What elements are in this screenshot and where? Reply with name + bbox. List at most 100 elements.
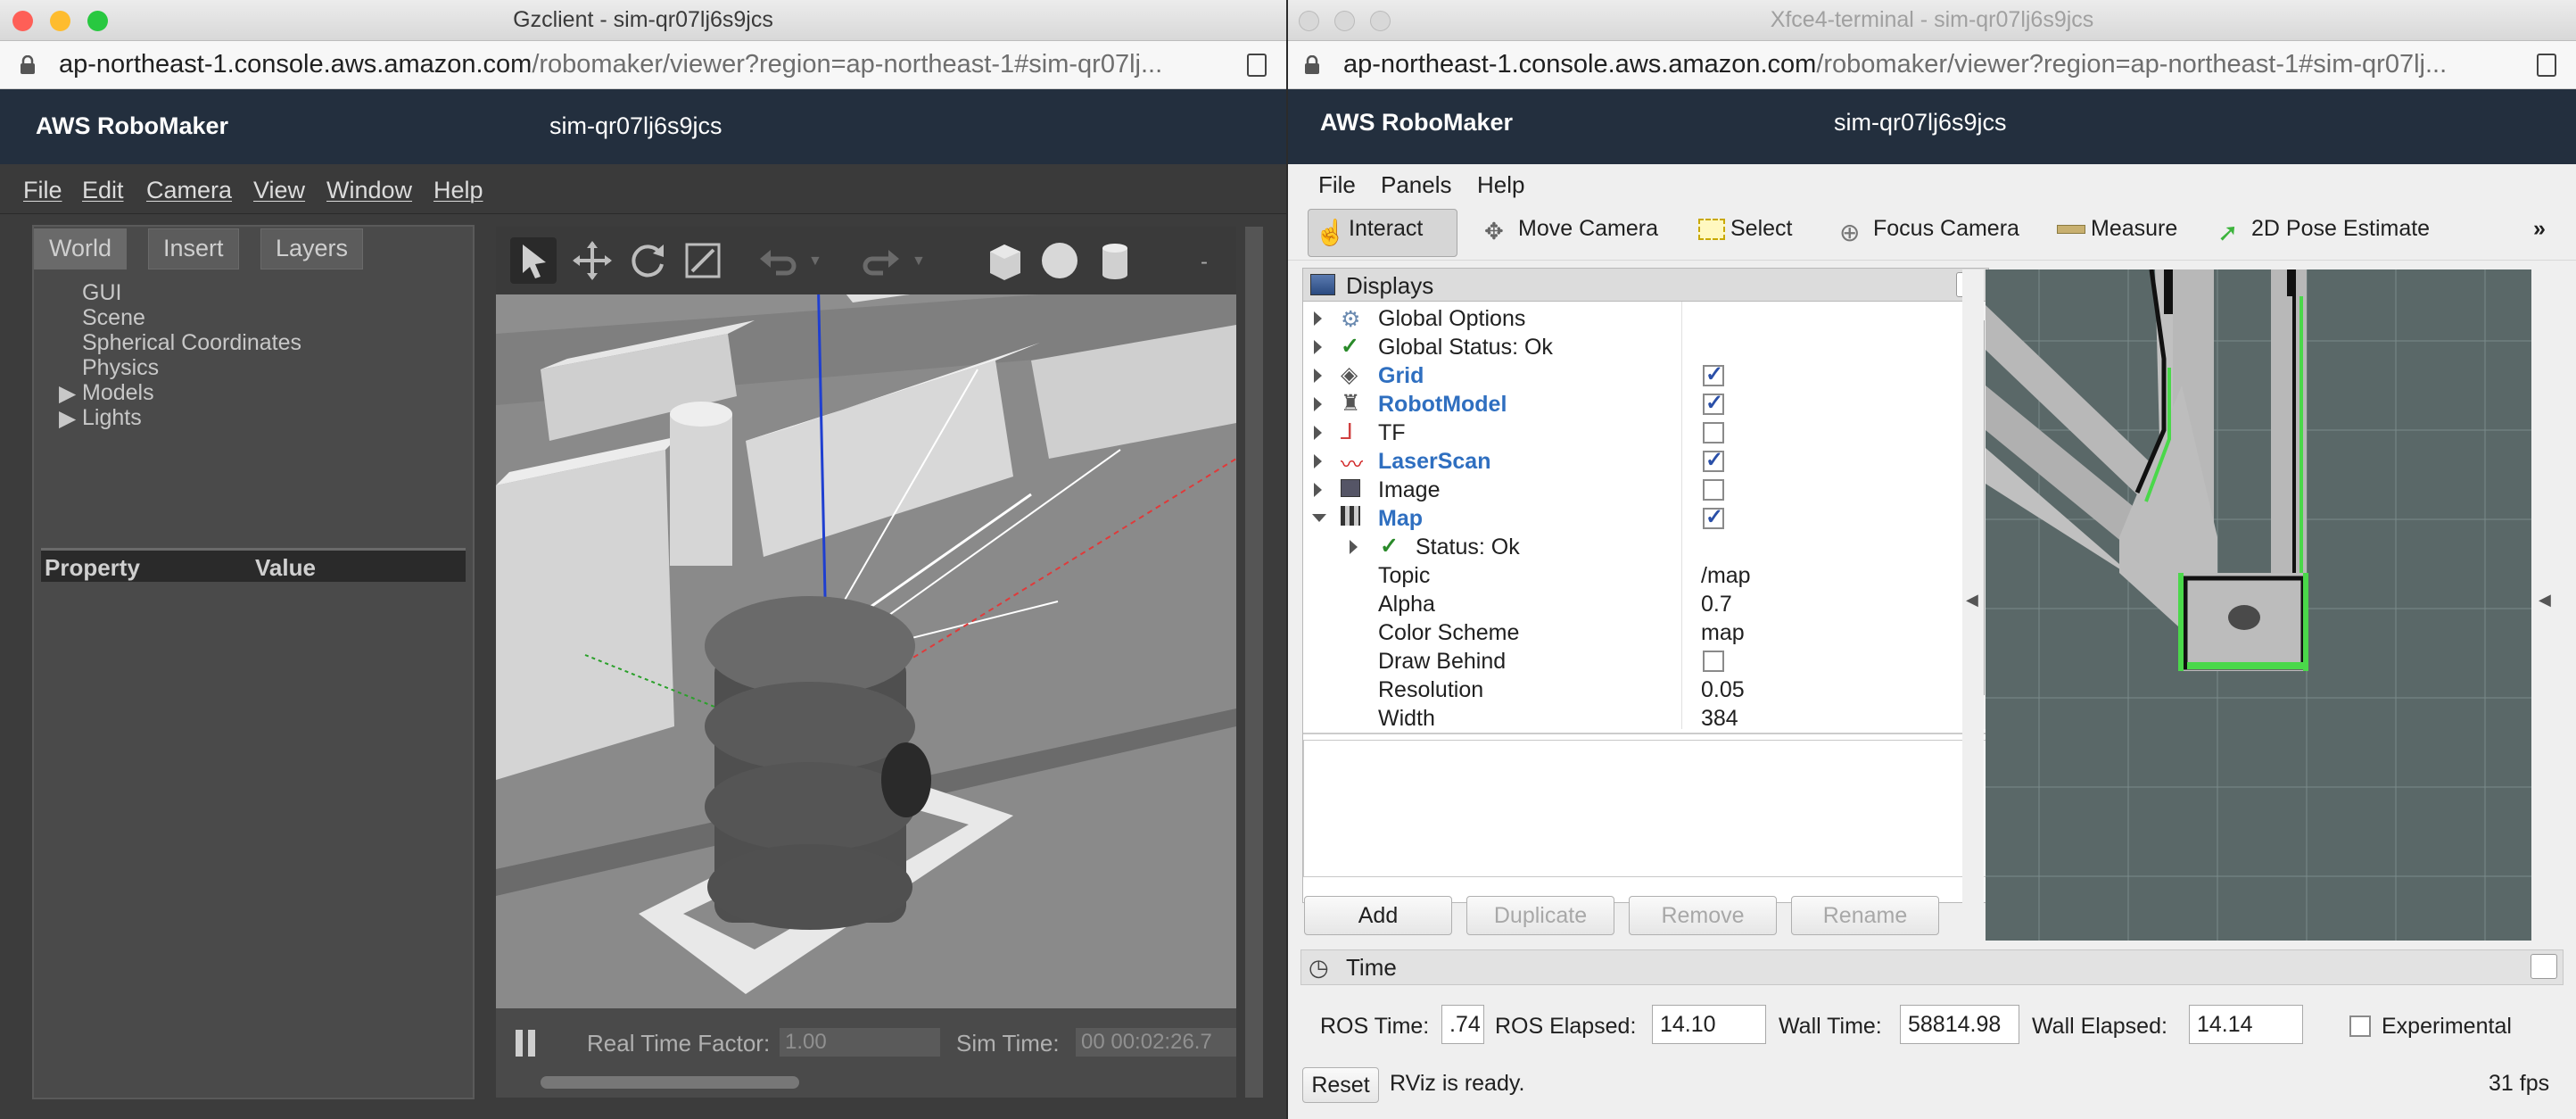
checkmark-icon: ✓ [1380, 534, 1399, 559]
toolbar-overflow-icon[interactable]: » [2533, 216, 2546, 242]
robotmodel-checkbox[interactable] [1703, 390, 1724, 416]
scale-icon[interactable] [681, 239, 724, 282]
undock-button[interactable] [2531, 954, 2557, 979]
reset-button[interactable]: Reset [1302, 1067, 1379, 1103]
pause-icon[interactable] [528, 1030, 535, 1057]
sim-time-value: 00 00:02:26.7 [1076, 1028, 1236, 1057]
cylinder-shape-icon[interactable] [1094, 239, 1136, 282]
display-row-grid[interactable]: ◈ Grid [1303, 361, 1988, 390]
map-prop-width[interactable]: Width 384 [1303, 704, 1988, 733]
tree-item-lights[interactable]: Lights [82, 405, 142, 431]
tab-insert[interactable]: Insert [148, 228, 239, 269]
pause-icon[interactable] [516, 1030, 523, 1057]
menu-file[interactable]: File [23, 177, 62, 204]
hand-pointer-icon: ☝ [1315, 219, 1346, 247]
vertical-scrollbar[interactable] [1245, 227, 1263, 1098]
collapse-left-icon[interactable]: ◀ [1966, 591, 1978, 609]
robot-icon: ♜ [1341, 391, 1361, 416]
sphere-shape-icon[interactable] [1038, 239, 1081, 282]
wall-time-label: Wall Time: [1779, 1014, 1882, 1039]
image-icon [1341, 479, 1360, 497]
tf-checkbox[interactable] [1703, 422, 1724, 443]
address-bar[interactable]: ap-northeast-1.console.aws.amazon.com/ro… [0, 41, 1286, 89]
clipboard-icon[interactable] [2537, 54, 2556, 77]
chevron-down-icon[interactable]: ▼ [808, 253, 822, 269]
tree-item-physics[interactable]: Physics [82, 355, 159, 381]
ros-elapsed-field[interactable]: 14.10 [1652, 1005, 1766, 1044]
map-prop-alpha[interactable]: Alpha 0.7 [1303, 590, 1988, 618]
move-camera-icon: ✥ [1484, 218, 1504, 245]
menu-help[interactable]: Help [1477, 171, 1524, 199]
rotate-icon[interactable] [626, 239, 669, 282]
menu-file[interactable]: File [1318, 171, 1356, 199]
right-dock-splitter[interactable]: ◀ [2535, 269, 2562, 941]
map-checkbox[interactable] [1703, 504, 1724, 530]
tree-item-models[interactable]: Models [82, 380, 154, 406]
laserscan-checkbox[interactable] [1703, 447, 1724, 473]
robot-marker [2228, 605, 2260, 630]
display-row-map[interactable]: Map [1303, 504, 1988, 533]
display-row-tf[interactable]: ⅃ TF [1303, 419, 1988, 447]
url-text[interactable]: ap-northeast-1.console.aws.amazon.com/ro… [59, 50, 1162, 79]
occupancy-map[interactable] [1986, 269, 2531, 941]
robot-model[interactable] [705, 596, 931, 930]
image-checkbox[interactable] [1703, 479, 1724, 501]
scene-render[interactable] [496, 227, 1236, 1008]
map-prop-draw-behind[interactable]: Draw Behind [1303, 647, 1988, 676]
map-prop-resolution[interactable]: Resolution 0.05 [1303, 676, 1988, 704]
display-row-image[interactable]: Image [1303, 476, 1988, 504]
grid-checkbox[interactable] [1703, 361, 1724, 387]
map-prop-color-scheme[interactable]: Color Scheme map [1303, 618, 1988, 647]
tree-item-spherical-coordinates[interactable]: Spherical Coordinates [82, 330, 301, 356]
select-tool-button[interactable]: Select [1698, 216, 1792, 242]
translate-icon[interactable] [571, 239, 614, 282]
horizontal-scrollbar[interactable] [541, 1076, 799, 1089]
duplicate-button[interactable]: Duplicate [1466, 896, 1614, 935]
toolbar-overflow-icon[interactable]: - [1201, 250, 1208, 275]
add-button[interactable]: Add [1304, 896, 1452, 935]
measure-tool-button[interactable]: Measure [2057, 216, 2177, 242]
wall-time-field[interactable]: 58814.98 [1900, 1005, 2019, 1044]
focus-camera-tool-button[interactable]: ⊕ Focus Camera [1839, 216, 2019, 246]
tree-item-scene[interactable]: Scene [82, 305, 145, 331]
chevron-down-icon[interactable]: ▼ [912, 253, 926, 269]
move-camera-tool-button[interactable]: ✥ Move Camera [1484, 216, 1658, 245]
menu-camera[interactable]: Camera [146, 177, 232, 204]
tree-item-gui[interactable]: GUI [82, 280, 121, 306]
remove-button[interactable]: Remove [1629, 896, 1777, 935]
ros-time-field[interactable]: .74 [1441, 1005, 1484, 1044]
rename-button[interactable]: Rename [1791, 896, 1939, 935]
url-text[interactable]: ap-northeast-1.console.aws.amazon.com/ro… [1343, 50, 2447, 79]
box-shape-icon[interactable] [983, 239, 1026, 282]
undo-icon[interactable] [756, 239, 799, 282]
expand-arrow-icon[interactable]: ▶ [59, 380, 76, 407]
pose-estimate-tool-button[interactable]: ➚ 2D Pose Estimate [2217, 216, 2430, 246]
select-box-icon [1698, 219, 1725, 241]
tab-layers[interactable]: Layers [260, 228, 364, 269]
left-dock-splitter[interactable]: ◀ [1962, 269, 1984, 941]
display-row-robotmodel[interactable]: ♜ RobotModel [1303, 390, 1988, 419]
tab-world[interactable]: World [34, 228, 128, 269]
experimental-checkbox[interactable] [2349, 1015, 2371, 1037]
rviz-3d-view[interactable] [1986, 269, 2531, 941]
gazebo-titlebar[interactable]: Gzclient - sim-qr07lj6s9jcs [0, 0, 1286, 41]
display-row-laserscan[interactable]: 〰 LaserScan [1303, 447, 1988, 477]
lock-icon [21, 55, 35, 74]
map-prop-topic[interactable]: Topic/map [1303, 561, 1988, 590]
clipboard-icon[interactable] [1247, 54, 1267, 77]
menu-window[interactable]: Window [326, 177, 412, 204]
menu-view[interactable]: View [253, 177, 305, 204]
draw-behind-checkbox[interactable] [1703, 651, 1724, 672]
select-mode-button[interactable] [510, 237, 557, 284]
menu-edit[interactable]: Edit [82, 177, 124, 204]
rviz-titlebar[interactable]: Xfce4-terminal - sim-qr07lj6s9jcs [1288, 0, 2576, 41]
gazebo-3d-viewport[interactable] [496, 227, 1236, 1008]
wall-elapsed-field[interactable]: 14.14 [2189, 1005, 2303, 1044]
expand-arrow-icon[interactable]: ▶ [59, 405, 76, 432]
redo-icon[interactable] [860, 239, 903, 282]
menu-help[interactable]: Help [433, 177, 483, 204]
address-bar[interactable]: ap-northeast-1.console.aws.amazon.com/ro… [1288, 41, 2576, 89]
real-time-factor-label: Real Time Factor: [587, 1030, 771, 1057]
menu-panels[interactable]: Panels [1381, 171, 1452, 199]
collapse-right-icon[interactable]: ◀ [2539, 591, 2551, 609]
